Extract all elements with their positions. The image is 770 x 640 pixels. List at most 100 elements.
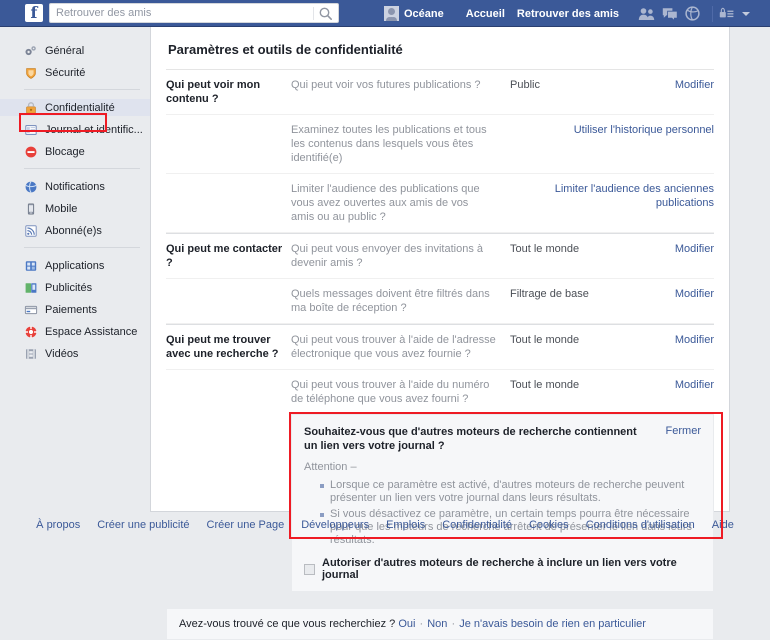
expanded-title: Souhaitez-vous que d'autres moteurs de r… bbox=[304, 426, 637, 452]
close-link[interactable]: Fermer bbox=[666, 425, 701, 437]
edit-link[interactable]: Modifier bbox=[628, 242, 714, 270]
section-label: Qui peut me contacter ? bbox=[166, 243, 283, 269]
sidebar-item-label: Paiements bbox=[45, 303, 97, 316]
timeline-icon bbox=[24, 123, 38, 137]
footer-link-create-page[interactable]: Créer une Page bbox=[207, 519, 285, 531]
footer-link-privacy[interactable]: Confidentialité bbox=[442, 519, 512, 531]
table-row: Qui peut me trouver avec une recherche ?… bbox=[166, 324, 714, 370]
avatar bbox=[384, 6, 399, 21]
footer-link-cookies[interactable]: Cookies bbox=[529, 519, 569, 531]
section-label-empty bbox=[166, 287, 291, 315]
footer-link-jobs[interactable]: Emplois bbox=[386, 519, 425, 531]
profile-name: Océane bbox=[404, 7, 444, 20]
feedback-question: Avez-vous trouvé ce que vous recherchiez… bbox=[179, 618, 396, 630]
search-divider bbox=[313, 7, 314, 20]
table-row: Limiter l'audience des publications que … bbox=[166, 174, 714, 233]
sidebar-item-publicites[interactable]: Publicités bbox=[0, 279, 150, 296]
main-content-panel: Paramètres et outils de confidentialité … bbox=[150, 27, 730, 640]
sidebar-item-notifications[interactable]: Notifications bbox=[0, 178, 150, 195]
attention-label: Attention – bbox=[304, 461, 357, 473]
footer-link-help[interactable]: Aide bbox=[712, 519, 734, 531]
rss-icon bbox=[24, 224, 38, 238]
feedback-no-link[interactable]: Non bbox=[427, 618, 447, 630]
footer-link-developers[interactable]: Développeurs bbox=[301, 519, 369, 531]
padlock-icon bbox=[24, 101, 38, 115]
mobile-icon bbox=[24, 202, 38, 216]
top-nav-icons bbox=[631, 5, 764, 22]
chevron-down-icon[interactable] bbox=[742, 11, 750, 16]
sidebar-item-label: Sécurité bbox=[45, 66, 86, 79]
edit-link[interactable]: Modifier bbox=[628, 333, 714, 361]
privacy-lock-icon[interactable] bbox=[719, 7, 734, 20]
setting-question: Examinez toutes les publications et tous… bbox=[291, 124, 487, 164]
sidebar-item-label: Général bbox=[45, 44, 85, 57]
sidebar-item-espace-assistance[interactable]: Espace Assistance bbox=[0, 323, 150, 340]
sidebar-item-mobile[interactable]: Mobile bbox=[0, 200, 150, 217]
expanded-setting-wrapper: Souhaitez-vous que d'autres moteurs de r… bbox=[166, 412, 723, 592]
top-navigation-bar: f Océane Accueil Retrouver des amis bbox=[0, 0, 770, 27]
sidebar-item-abonnes[interactable]: Abonné(e)s bbox=[0, 222, 150, 239]
sidebar-item-label: Applications bbox=[45, 259, 105, 272]
table-row: Quels messages doivent être filtrés dans… bbox=[166, 279, 714, 324]
setting-question: Qui peut vous envoyer des invitations à … bbox=[291, 243, 484, 269]
table-row: Qui peut me contacter ? Qui peut vous en… bbox=[166, 233, 714, 279]
feedback-nothing-link[interactable]: Je n'avais besoin de rien en particulier bbox=[459, 618, 646, 630]
sidebar-group-2: Confidentialité Journal et identific... bbox=[0, 99, 150, 160]
expanded-header: Souhaitez-vous que d'autres moteurs de r… bbox=[304, 425, 701, 453]
profile-link[interactable]: Océane bbox=[384, 6, 444, 21]
sidebar-item-blocage[interactable]: Blocage bbox=[0, 143, 150, 160]
setting-question: Quels messages doivent être filtrés dans… bbox=[291, 288, 490, 314]
section-label: Qui peut me trouver avec une recherche ? bbox=[166, 334, 279, 360]
edit-link[interactable]: Modifier bbox=[628, 287, 714, 315]
sidebar-group-3: Notifications Mobile Abonné(e)s bbox=[0, 178, 150, 239]
list-item: Lorsque ce paramètre est activé, d'autre… bbox=[320, 479, 701, 505]
footer-link-terms[interactable]: Conditions d'utilisation bbox=[586, 519, 695, 531]
search-engine-link-panel: Souhaitez-vous que d'autres moteurs de r… bbox=[291, 414, 714, 592]
page-title: Paramètres et outils de confidentialité bbox=[168, 42, 403, 57]
sidebar-divider bbox=[24, 89, 140, 90]
facebook-logo[interactable]: f bbox=[25, 4, 43, 22]
friend-requests-icon[interactable] bbox=[638, 7, 655, 21]
setting-value: Filtrage de base bbox=[510, 288, 589, 300]
ads-icon bbox=[24, 281, 38, 295]
apps-icon bbox=[24, 259, 38, 273]
nav-separator bbox=[712, 5, 713, 22]
sidebar-item-label: Publicités bbox=[45, 281, 93, 294]
sidebar-item-applications[interactable]: Applications bbox=[0, 257, 150, 274]
setting-question: Limiter l'audience des publications que … bbox=[291, 183, 480, 223]
sidebar-item-label: Mobile bbox=[45, 202, 78, 215]
search-input[interactable] bbox=[56, 4, 311, 22]
sidebar-item-videos[interactable]: Vidéos bbox=[0, 345, 150, 362]
search-box[interactable] bbox=[49, 3, 339, 23]
sidebar-item-general[interactable]: Général bbox=[0, 42, 150, 59]
sidebar-item-security[interactable]: Sécurité bbox=[0, 64, 150, 81]
home-link[interactable]: Accueil bbox=[466, 8, 505, 20]
page-footer: À propos Créer une publicité Créer une P… bbox=[0, 513, 770, 537]
table-row: Examinez toutes les publications et tous… bbox=[166, 115, 714, 174]
globe-icon bbox=[24, 180, 38, 194]
search-icon[interactable] bbox=[318, 6, 334, 22]
edit-link[interactable]: Modifier bbox=[628, 78, 714, 106]
limit-audience-link[interactable]: Limiter l'audience des anciennes publica… bbox=[499, 182, 714, 224]
sidebar-item-paiements[interactable]: Paiements bbox=[0, 301, 150, 318]
top-nav-right: Océane Accueil Retrouver des amis bbox=[384, 0, 770, 27]
setting-value: Tout le monde bbox=[510, 243, 580, 255]
sidebar-item-label: Blocage bbox=[45, 145, 85, 158]
footer-link-create-ad[interactable]: Créer une publicité bbox=[97, 519, 189, 531]
sidebar-item-label: Abonné(e)s bbox=[45, 224, 102, 237]
allow-search-engines-checkbox[interactable] bbox=[304, 563, 315, 575]
sidebar-item-confidentialite[interactable]: Confidentialité bbox=[0, 99, 150, 116]
sidebar-divider bbox=[24, 168, 140, 169]
sidebar-item-journal[interactable]: Journal et identific... bbox=[0, 121, 150, 138]
find-friends-link[interactable]: Retrouver des amis bbox=[517, 8, 619, 20]
messages-icon[interactable] bbox=[662, 7, 678, 21]
activity-log-link[interactable]: Utiliser l'historique personnel bbox=[499, 123, 714, 165]
sidebar-group-4: Applications Publicités Paiements Espace… bbox=[0, 257, 150, 362]
edit-link[interactable]: Modifier bbox=[628, 378, 714, 406]
setting-value: Tout le monde bbox=[510, 334, 580, 346]
allow-search-engines-row[interactable]: Autoriser d'autres moteurs de recherche … bbox=[304, 557, 701, 581]
footer-link-about[interactable]: À propos bbox=[36, 519, 80, 531]
section-label: Qui peut voir mon contenu ? bbox=[166, 79, 261, 105]
notifications-globe-icon[interactable] bbox=[685, 6, 700, 21]
feedback-yes-link[interactable]: Oui bbox=[398, 618, 415, 630]
